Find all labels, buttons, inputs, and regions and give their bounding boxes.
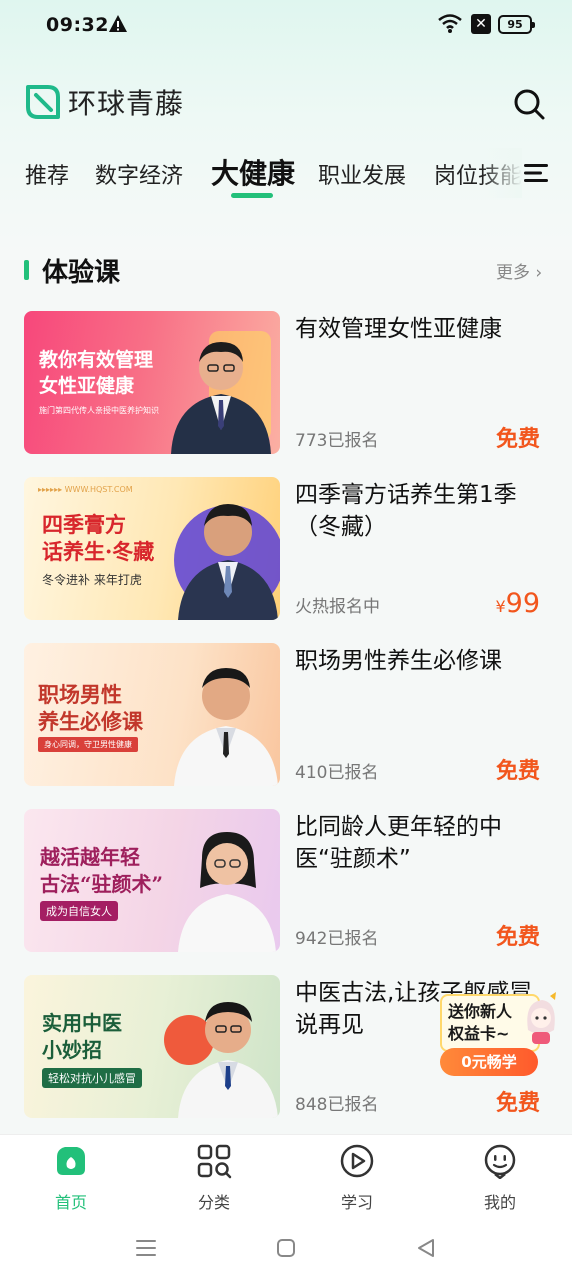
tab-study[interactable]: 学习	[317, 1143, 397, 1213]
course-thumbnail: 教你有效管理 女性亚健康 施门第四代传人亲授中医养护知识	[24, 311, 280, 454]
course-card[interactable]: 越活越年轻 古法“驻颜术” 成为自信女人 比同龄人更年轻的中医“驻颜术” 942…	[24, 809, 548, 953]
course-thumbnail: ▸▸▸▸▸▸ WWW.HQST.COM 四季膏方 话养生·冬藏 冬令进补 来年打…	[24, 477, 280, 620]
tab-digital-economy[interactable]: 数字经济	[95, 158, 183, 190]
promo-line2: 权益卡~	[448, 1024, 510, 1043]
promo-line1: 送你新人	[448, 1002, 513, 1021]
tab-career[interactable]: 职业发展	[318, 158, 406, 190]
search-icon[interactable]	[512, 87, 546, 121]
trial-course-section-header: 体验课 更多 ›	[0, 250, 572, 294]
lecturer-portrait	[171, 342, 271, 454]
thumb-title-line2: 养生必修课	[38, 709, 143, 734]
wifi-icon	[438, 14, 462, 33]
tab-profile[interactable]: 我的	[460, 1143, 540, 1213]
thumb-title-line1: 职场男性	[38, 682, 122, 707]
currency-symbol: ¥	[495, 597, 506, 616]
back-icon[interactable]	[414, 1236, 438, 1260]
tabs-fade	[482, 148, 522, 198]
section-title: 体验课	[42, 258, 121, 288]
tab-category[interactable]: 分类	[174, 1143, 254, 1213]
course-card[interactable]: ▸▸▸▸▸▸ WWW.HQST.COM 四季膏方 话养生·冬藏 冬令进补 来年打…	[24, 477, 548, 621]
lecturer-portrait	[174, 668, 278, 786]
battery-indicator: 95	[498, 15, 535, 34]
profile-icon	[484, 1144, 516, 1179]
menu-icon[interactable]	[524, 162, 550, 184]
status-bar: 09:32 ✕ 95	[0, 0, 572, 52]
course-enrollment: 410已报名	[295, 763, 379, 783]
lecturer-portrait	[178, 504, 278, 620]
thumb-title-line1: 实用中医	[42, 1011, 122, 1035]
tab-category-label: 分类	[197, 1193, 230, 1212]
thumb-subtitle: 成为自信女人	[40, 901, 118, 921]
thumb-title-line2: 小妙招	[42, 1038, 102, 1062]
notification-x-icon: ✕	[471, 14, 491, 34]
home-icon	[57, 1147, 85, 1175]
course-enrollment: 848已报名	[295, 1095, 379, 1115]
thumb-subtitle: 身心同调，守卫男性健康	[38, 737, 138, 752]
category-tabs: 推荐 数字经济 大健康 职业发展 岗位技能	[0, 148, 572, 208]
course-price: 免费	[495, 1091, 540, 1116]
system-navigation-bar	[0, 1218, 572, 1280]
course-title: 有效管理女性亚健康	[295, 316, 502, 342]
promo-button[interactable]: 0元畅学	[440, 1048, 538, 1076]
home-nav-icon[interactable]	[274, 1236, 298, 1260]
active-tab-indicator	[231, 193, 273, 198]
tab-health[interactable]: 大健康	[211, 152, 295, 192]
new-user-promo[interactable]: 送你新人 权益卡~ 0元畅学	[440, 990, 560, 1080]
course-thumbnail: 职场男性 养生必修课 身心同调，守卫男性健康	[24, 643, 280, 786]
course-price: 免费	[495, 427, 540, 452]
price-value: 99	[505, 588, 540, 619]
course-card[interactable]: 教你有效管理 女性亚健康 施门第四代传人亲授中医养护知识 有效管理女性亚健康 7…	[24, 311, 548, 455]
tab-home[interactable]: 首页	[31, 1143, 111, 1213]
course-thumbnail: 越活越年轻 古法“驻颜术” 成为自信女人	[24, 809, 280, 952]
section-accent-bar	[24, 260, 29, 280]
app-brand: 环球青藤	[24, 82, 184, 122]
thumb-title-line1: 教你有效管理	[39, 349, 154, 371]
lecturer-portrait	[178, 832, 276, 952]
thumb-subtitle: 轻松对抗小儿感冒	[42, 1068, 142, 1088]
tab-recommend[interactable]: 推荐	[25, 158, 69, 190]
tab-profile-label: 我的	[483, 1193, 516, 1212]
thumb-title-line2: 古法“驻颜术”	[40, 872, 164, 896]
tab-study-label: 学习	[340, 1193, 373, 1212]
course-title: 比同龄人更年轻的中医“驻颜术”	[295, 814, 502, 872]
brand-name: 环球青藤	[68, 87, 185, 120]
course-thumbnail: 实用中医 小妙招 轻松对抗小儿感冒	[24, 975, 280, 1118]
thumb-title-line1: 四季膏方	[42, 512, 126, 537]
thumb-tag: ▸▸▸▸▸▸ WWW.HQST.COM	[38, 485, 133, 494]
tab-home-label: 首页	[54, 1193, 87, 1212]
status-time: 09:32	[46, 14, 109, 36]
lecturer-portrait	[178, 1002, 278, 1118]
course-enrollment: 773已报名	[295, 431, 379, 451]
course-title: 四季膏方话养生第1季（冬藏）	[295, 482, 517, 540]
more-link[interactable]: 更多 ›	[496, 258, 542, 283]
course-enrollment: 942已报名	[295, 929, 379, 949]
mascot-icon	[527, 992, 556, 1044]
thumb-title-line2: 话养生·冬藏	[42, 539, 155, 564]
leaf-logo-icon	[26, 85, 60, 119]
course-price: 免费	[495, 925, 540, 950]
category-icon	[197, 1144, 232, 1179]
thumb-subtitle: 施门第四代传人亲授中医养护知识	[39, 406, 159, 415]
course-card[interactable]: 职场男性 养生必修课 身心同调，守卫男性健康 职场男性养生必修课 410已报名 …	[24, 643, 548, 787]
thumb-subtitle: 冬令进补 来年打虎	[42, 573, 142, 587]
play-icon	[340, 1144, 374, 1178]
course-enrollment: 火热报名中	[295, 597, 380, 617]
thumb-title-line2: 女性亚健康	[39, 375, 135, 397]
bottom-tab-bar: 首页 分类 学习 我的	[0, 1134, 572, 1218]
thumb-title-line1: 越活越年轻	[40, 845, 140, 869]
course-price: 免费	[495, 759, 540, 784]
course-price: ¥99	[495, 588, 540, 619]
warning-icon	[109, 15, 127, 32]
recent-apps-icon[interactable]	[134, 1236, 158, 1260]
course-title: 职场男性养生必修课	[295, 648, 502, 674]
